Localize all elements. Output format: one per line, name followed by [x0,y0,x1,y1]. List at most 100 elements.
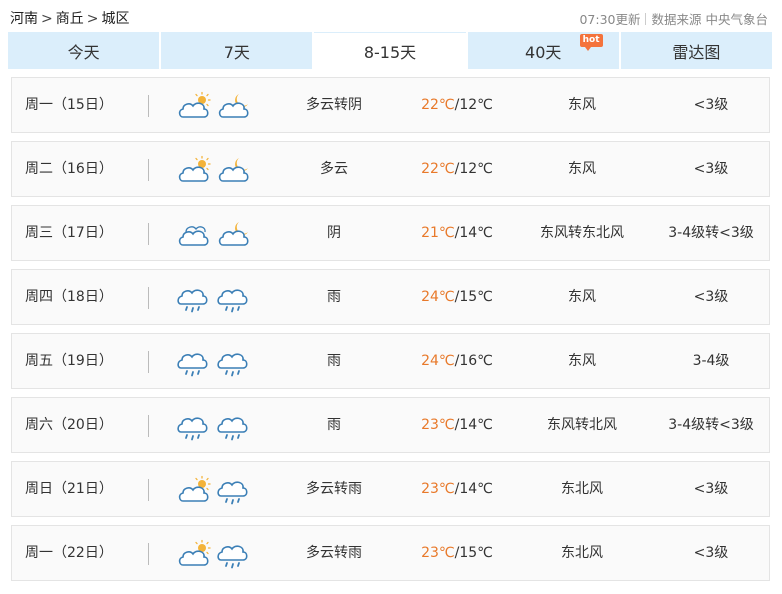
low-temp: /12℃ [454,97,493,113]
partly-cloudy-night-icon [217,155,251,185]
tab-8-15-day[interactable]: 8-15天 [314,32,466,69]
forecast-date: 周五（19日） [25,353,113,369]
high-temp: 23℃ [421,481,455,497]
tab-radar[interactable]: 雷达图 [620,32,773,69]
breadcrumb-city[interactable]: 商丘 [56,11,84,27]
divider [148,543,149,565]
forecast-row: 周四（18日） 雨 24℃/15℃ 东风 <3级 [11,269,770,325]
high-temp: 22℃ [421,161,455,177]
wind-direction: 东北风 [561,545,603,561]
divider [148,351,149,373]
weather-icons [177,475,251,505]
wind-direction: 东风 [568,353,596,369]
high-temp: 24℃ [421,289,455,305]
temperature: 24℃/16℃ [402,334,512,388]
divider [148,479,149,501]
weather-condition: 多云 [320,161,348,177]
wind-direction: 东风转东北风 [540,225,624,241]
temperature: 23℃/15℃ [402,526,512,580]
overcast-icon [177,219,211,249]
weather-icons [177,411,251,441]
weather-icons [177,347,251,377]
rain-icon [177,347,211,377]
top-bar: 河南 > 商丘 > 城区 07:30更新 数据来源 中央气象台 [0,0,782,32]
forecast-row: 周三（17日） 阴 21℃/14℃ 东风转东北风 3-4级转<3级 [11,205,770,261]
rain-icon [217,475,251,505]
partly-cloudy-day-icon [177,91,211,121]
tab-7-day[interactable]: 7天 [161,32,313,69]
low-temp: /14℃ [454,417,493,433]
rain-icon [217,283,251,313]
low-temp: /14℃ [454,481,493,497]
divider [148,95,149,117]
partly-cloudy-day-icon [177,475,211,505]
partly-cloudy-night-icon [217,91,251,121]
forecast-list: 周一（15日） 多云转阴 22℃/12℃ 东风 <3级 周二（16日） 多云 22℃/12℃ 东… [11,77,770,589]
high-temp: 23℃ [421,545,455,561]
breadcrumb-district: 城区 [101,11,130,27]
temperature: 23℃/14℃ [402,398,512,452]
wind-level: 3-4级转<3级 [668,225,754,241]
high-temp: 24℃ [421,353,455,369]
wind-direction: 东风 [568,161,596,177]
weather-icons [177,219,251,249]
wind-level: <3级 [693,481,729,497]
wind-direction: 东北风 [561,481,603,497]
forecast-date: 周一（15日） [25,97,113,113]
breadcrumb-separator: > [41,11,53,27]
low-temp: /12℃ [454,161,493,177]
breadcrumb: 河南 > 商丘 > 城区 [10,8,129,28]
divider [148,287,149,309]
temperature: 21℃/14℃ [402,206,512,260]
breadcrumb-province[interactable]: 河南 [10,11,38,27]
source-label: 数据来源 [651,12,702,27]
update-time: 07:30更新 [579,12,641,27]
high-temp: 23℃ [421,417,455,433]
temperature: 22℃/12℃ [402,142,512,196]
forecast-date: 周四（18日） [25,289,113,305]
temperature: 22℃/12℃ [402,78,512,132]
breadcrumb-separator: > [86,11,99,27]
weather-condition: 阴 [327,225,341,241]
tab-label: 8-15天 [363,43,417,62]
low-temp: /14℃ [454,225,493,241]
rain-icon [177,411,211,441]
forecast-row: 周日（21日） 多云转雨 23℃/14℃ 东北风 <3级 [11,461,770,517]
tab-label: 今天 [67,42,100,62]
low-temp: /16℃ [454,353,493,369]
weather-condition: 多云转雨 [306,545,362,561]
wind-direction: 东风转北风 [547,417,617,433]
weather-condition: 雨 [327,289,341,305]
data-source: 07:30更新 数据来源 中央气象台 [579,9,768,28]
weather-condition: 雨 [327,353,341,369]
rain-icon [177,283,211,313]
wind-level: 3-4级 [692,353,730,369]
high-temp: 22℃ [421,97,455,113]
partly-cloudy-day-icon [177,539,211,569]
source-agency: 中央气象台 [705,12,768,27]
forecast-row: 周六（20日） 雨 23℃/14℃ 东风转北风 3-4级转<3级 [11,397,770,453]
divider [148,159,149,181]
tab-today[interactable]: 今天 [8,32,160,69]
weather-icons [177,91,251,121]
forecast-date: 周日（21日） [25,481,113,497]
high-temp: 21℃ [421,225,455,241]
divider [148,415,149,437]
rain-icon [217,411,251,441]
forecast-row: 周一（15日） 多云转阴 22℃/12℃ 东风 <3级 [11,77,770,133]
wind-direction: 东风 [568,97,596,113]
wind-level: <3级 [693,161,729,177]
forecast-row: 周五（19日） 雨 24℃/16℃ 东风 3-4级 [11,333,770,389]
weather-icons [177,539,251,569]
weather-condition: 多云转雨 [306,481,362,497]
forecast-date: 周三（17日） [25,225,113,241]
forecast-tabs: 今天 7天 8-15天 40天 hot 雷达图 [8,32,773,69]
rain-icon [217,539,251,569]
divider [148,223,149,245]
temperature: 24℃/15℃ [402,270,512,324]
weather-condition: 雨 [327,417,341,433]
tab-40-day[interactable]: 40天 hot [467,32,619,69]
tab-label: 7天 [223,42,250,62]
forecast-date: 周二（16日） [25,161,113,177]
partly-cloudy-night-icon [217,219,251,249]
